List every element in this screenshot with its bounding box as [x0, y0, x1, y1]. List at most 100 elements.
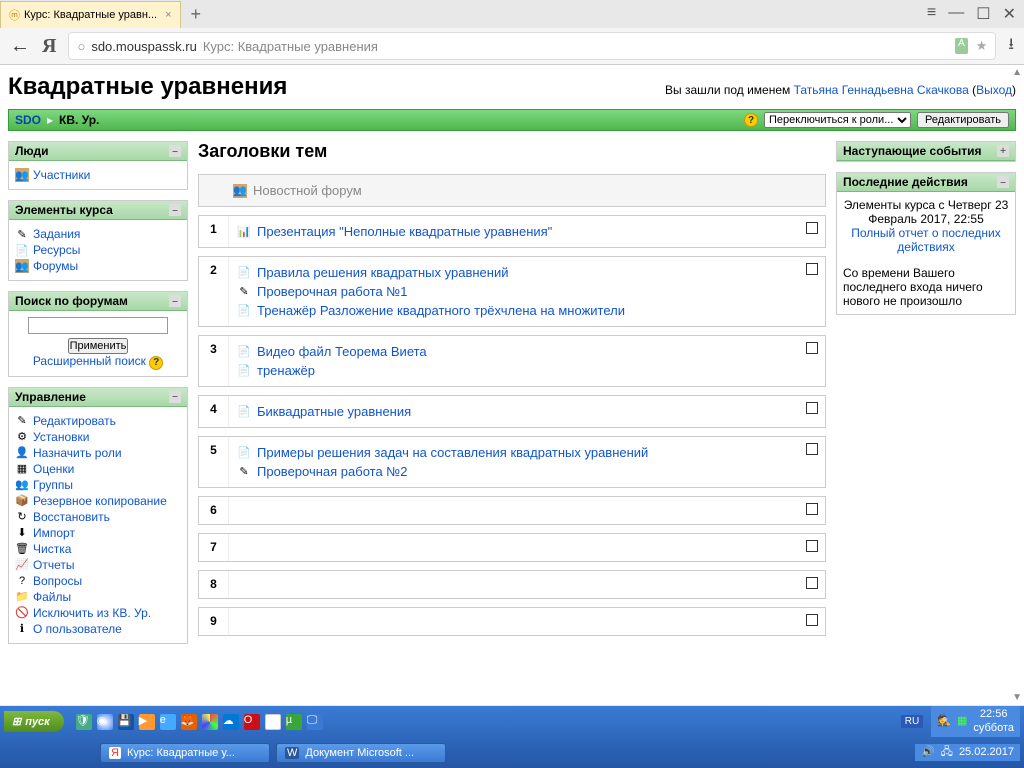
taskbar-item-word[interactable]: W Документ Microsoft ...: [276, 743, 446, 763]
scroll-up[interactable]: ▲: [1012, 67, 1022, 78]
activity-link[interactable]: Тренажёр Разложение квадратного трёхчлен…: [257, 303, 625, 318]
activity-link[interactable]: Примеры решения задач на составления ква…: [257, 445, 648, 460]
tray-icon[interactable]: ▦: [957, 715, 967, 728]
section-checkbox[interactable]: [806, 577, 818, 589]
logout-link[interactable]: Выход: [976, 83, 1012, 97]
section-checkbox[interactable]: [806, 263, 818, 275]
firefox-icon[interactable]: 🦊: [181, 714, 197, 730]
section-checkbox[interactable]: [806, 503, 818, 515]
sidebar-item[interactable]: Исключить из КВ. Ур.: [33, 606, 151, 620]
edit-button[interactable]: Редактировать: [917, 112, 1009, 128]
activity-icon: 📄: [237, 345, 251, 359]
picasa-icon[interactable]: [202, 714, 218, 730]
admin-icon: 📈: [15, 558, 29, 572]
onedrive-icon[interactable]: ☁: [223, 714, 239, 730]
expand-icon[interactable]: +: [997, 145, 1009, 157]
yandex-logo[interactable]: Я: [42, 35, 56, 58]
chrome-icon[interactable]: ◉: [97, 714, 113, 730]
block-upcoming: Наступающие события+: [836, 141, 1016, 162]
collapse-icon[interactable]: –: [169, 391, 181, 403]
section-checkbox[interactable]: [806, 342, 818, 354]
sidebar-item[interactable]: Ресурсы: [33, 243, 80, 257]
section-checkbox[interactable]: [806, 540, 818, 552]
news-forum-link[interactable]: Новостной форум: [253, 183, 362, 198]
collapse-icon[interactable]: –: [169, 204, 181, 216]
collapse-icon[interactable]: –: [169, 145, 181, 157]
start-button[interactable]: ⊞ пуск: [4, 711, 64, 732]
advanced-search-link[interactable]: Расширенный поиск: [33, 354, 146, 368]
sidebar-item[interactable]: Файлы: [33, 590, 71, 604]
recent-report-link[interactable]: Полный отчет о последних действиях: [851, 226, 1001, 254]
search-input[interactable]: [28, 317, 168, 334]
activity-link[interactable]: Правила решения квадратных уравнений: [257, 265, 508, 280]
yandex-icon[interactable]: Я: [265, 714, 281, 730]
collapse-icon[interactable]: –: [997, 176, 1009, 188]
sidebar-item[interactable]: Резервное копирование: [33, 494, 167, 508]
sidebar-item[interactable]: Редактировать: [33, 414, 116, 428]
sidebar-item[interactable]: Вопросы: [33, 574, 82, 588]
opera-icon[interactable]: O: [244, 714, 260, 730]
close-window-icon[interactable]: ✕: [1003, 4, 1016, 24]
sidebar-item[interactable]: Группы: [33, 478, 73, 492]
clock[interactable]: 🕵 ▦ 22:56 суббота: [931, 706, 1020, 736]
network-icon[interactable]: 🖧: [941, 746, 953, 759]
date-box[interactable]: 🔊 🖧 25.02.2017: [915, 744, 1020, 761]
sidebar-item[interactable]: Чистка: [33, 542, 71, 556]
search-submit[interactable]: Применить: [68, 338, 129, 354]
sidebar-item-participants[interactable]: Участники: [33, 168, 90, 182]
browser-tab[interactable]: ⓜ Курс: Квадратные уравн... ×: [0, 1, 181, 28]
sidebar-item[interactable]: Задания: [33, 227, 80, 241]
show-desktop-icon[interactable]: 🖵: [307, 714, 323, 730]
menu-icon[interactable]: ≡: [927, 4, 936, 24]
sidebar-item[interactable]: Отчеты: [33, 558, 74, 572]
section-checkbox[interactable]: [806, 443, 818, 455]
help-icon[interactable]: ?: [744, 113, 758, 127]
block-search: Поиск по форумам– Применить Расширенный …: [8, 291, 188, 377]
maximize-icon[interactable]: ☐: [976, 4, 990, 24]
media-icon[interactable]: ▶: [139, 714, 155, 730]
sidebar-item[interactable]: Импорт: [33, 526, 75, 540]
activity-link[interactable]: Презентация "Неполные квадратные уравнен…: [257, 224, 552, 239]
activity-link[interactable]: Проверочная работа №1: [257, 284, 407, 299]
url-input[interactable]: ○ sdo.mouspassk.ru Курс: Квадратные урав…: [68, 32, 996, 60]
sidebar-item[interactable]: Установки: [33, 430, 89, 444]
volume-icon[interactable]: 🔊: [921, 746, 935, 759]
section-number: 9: [199, 608, 229, 635]
language-indicator[interactable]: RU: [901, 715, 923, 728]
sidebar-item[interactable]: О пользователе: [33, 622, 122, 636]
activity-link[interactable]: тренажёр: [257, 363, 315, 378]
section-checkbox[interactable]: [806, 402, 818, 414]
sidebar-item[interactable]: Форумы: [33, 259, 78, 273]
role-select[interactable]: Переключиться к роли...: [764, 112, 911, 128]
activity-link[interactable]: Видео файл Теорема Виета: [257, 344, 427, 359]
taskbar-item-browser[interactable]: Я Курс: Квадратные у...: [100, 743, 270, 763]
tray-icon[interactable]: 🕵: [937, 715, 951, 728]
sidebar-item[interactable]: Назначить роли: [33, 446, 122, 460]
sidebar-item[interactable]: Восстановить: [33, 510, 110, 524]
user-link[interactable]: Татьяна Геннадьевна Скачкова: [794, 83, 969, 97]
section-checkbox[interactable]: [806, 614, 818, 626]
help-icon[interactable]: ?: [149, 356, 163, 370]
breadcrumb: SDO ▸ КВ. Ур. ? Переключиться к роли... …: [8, 109, 1016, 131]
breadcrumb-home[interactable]: SDO: [15, 113, 41, 127]
download-icon[interactable]: ⭳: [1008, 33, 1014, 60]
bookmark-icon[interactable]: ★: [976, 38, 988, 54]
ie-icon[interactable]: e: [160, 714, 176, 730]
section-checkbox[interactable]: [806, 222, 818, 234]
minimize-icon[interactable]: —: [948, 4, 964, 24]
activity-link[interactable]: Биквадратные уравнения: [257, 404, 411, 419]
section-number: 4: [199, 396, 229, 427]
sidebar-item[interactable]: Оценки: [33, 462, 74, 476]
close-icon[interactable]: ×: [165, 9, 171, 21]
scroll-down[interactable]: ▼: [1012, 692, 1022, 703]
recent-nothing: Со времени Вашего последнего входа ничег…: [843, 266, 1009, 308]
shield-icon[interactable]: 🛡: [76, 714, 92, 730]
save-icon[interactable]: 💾: [118, 714, 134, 730]
activity-link[interactable]: Проверочная работа №2: [257, 464, 407, 479]
admin-icon: 🚫: [15, 606, 29, 620]
collapse-icon[interactable]: –: [169, 295, 181, 307]
new-tab-button[interactable]: +: [191, 4, 202, 25]
translate-icon[interactable]: A: [955, 38, 968, 54]
utorrent-icon[interactable]: µ: [286, 714, 302, 730]
back-button[interactable]: ←: [10, 35, 30, 58]
